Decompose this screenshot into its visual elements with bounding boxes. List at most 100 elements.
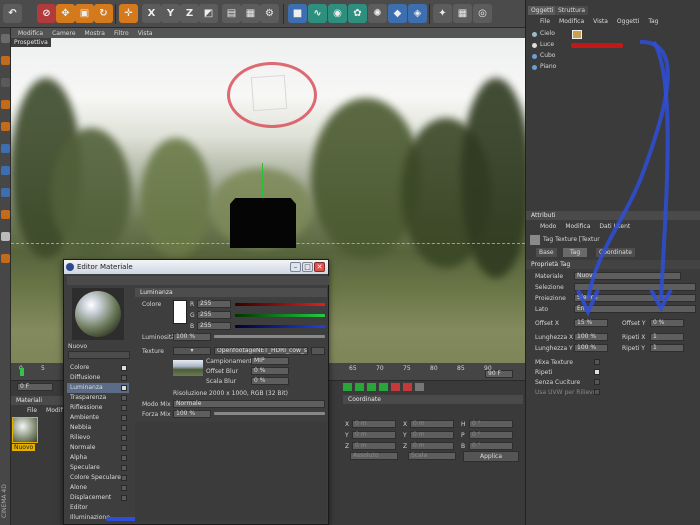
tweak-mode-icon[interactable]	[1, 188, 10, 197]
deformer-icon[interactable]: ✺	[368, 4, 387, 23]
globe-icon[interactable]: ◎	[473, 4, 492, 23]
viewport-menu-display[interactable]: Mostra	[85, 30, 105, 37]
undo-icon[interactable]: ↶	[3, 4, 22, 23]
move-world-icon[interactable]: ✛	[119, 4, 138, 23]
record-icon[interactable]	[343, 383, 352, 391]
coord-mode-select[interactable]: Assoluto	[350, 452, 398, 460]
channel-checkbox[interactable]	[121, 445, 127, 451]
channel-displacement[interactable]: Displacement	[67, 493, 129, 503]
brightness-slider[interactable]	[214, 335, 325, 338]
camera-icon[interactable]: ◈	[408, 4, 427, 23]
prev-key-icon[interactable]	[355, 383, 364, 391]
channel-checkbox[interactable]	[121, 405, 127, 411]
keyframe-icon[interactable]	[403, 383, 412, 391]
channel-checkbox[interactable]	[121, 465, 127, 471]
channel-bump[interactable]: Rilievo	[67, 433, 129, 443]
apply-button[interactable]: Applica	[463, 451, 519, 462]
playhead[interactable]	[20, 368, 24, 376]
mix-strength-slider[interactable]	[214, 412, 325, 415]
green-slider[interactable]	[235, 314, 325, 317]
viewport-tab[interactable]: Prospettiva	[11, 38, 51, 47]
channel-editor[interactable]: Editor	[67, 503, 129, 513]
close-button[interactable]: ✕	[314, 262, 325, 272]
texture-menu-button[interactable]: ▾	[173, 347, 211, 355]
maximize-button[interactable]: □	[302, 262, 313, 272]
materials-menu-file[interactable]: File	[27, 407, 37, 414]
size-z-field[interactable]: 0 m	[410, 442, 454, 450]
viewport-menu-view[interactable]: Vista	[138, 30, 153, 37]
blue-field[interactable]: 255	[197, 322, 231, 330]
channel-specular[interactable]: Speculare	[67, 463, 129, 473]
viewport-menu-edit[interactable]: Modifica	[18, 30, 43, 37]
nurbs-icon[interactable]: ◉	[328, 4, 347, 23]
y-axis-icon[interactable]: Y	[161, 4, 180, 23]
channel-luminance[interactable]: Luminanza	[67, 383, 129, 393]
rotation-p-field[interactable]: 0 °	[469, 431, 513, 439]
blur-offset-field[interactable]: 0 %	[251, 367, 289, 375]
channel-checkbox[interactable]	[121, 485, 127, 491]
snap-icon[interactable]	[1, 210, 10, 219]
material-preview-sphere[interactable]	[75, 291, 121, 337]
channel-glow[interactable]: Alone	[67, 483, 129, 493]
brightness-field[interactable]: 100 %	[173, 333, 211, 341]
channel-environment[interactable]: Ambiente	[67, 413, 129, 423]
sampling-select[interactable]: MIP	[251, 357, 289, 365]
blue-slider[interactable]	[235, 325, 325, 328]
end-frame-field[interactable]: 90 F	[485, 370, 513, 378]
material-thumbnail[interactable]	[12, 417, 38, 443]
coord-scale-select[interactable]: Scala	[408, 452, 456, 460]
x-axis-icon[interactable]: X	[142, 4, 161, 23]
color-swatch[interactable]	[173, 300, 187, 324]
y-axis-handle[interactable]	[262, 163, 263, 201]
viewport-menu-filter[interactable]: Filtro	[114, 30, 129, 37]
channel-specular-color[interactable]: Colore Speculare	[67, 473, 129, 483]
texture-file-button[interactable]: OpenfootageNET_HDRI_cow_small.hdr	[214, 347, 308, 355]
render-picture-viewer-icon[interactable]: ▦	[241, 4, 260, 23]
channel-fog[interactable]: Nebbia	[67, 423, 129, 433]
red-slider[interactable]	[235, 303, 325, 306]
cube-object[interactable]	[230, 198, 296, 248]
channel-checkbox[interactable]	[121, 455, 127, 461]
spline-icon[interactable]: ∿	[308, 4, 327, 23]
live-select-icon[interactable]: ⊘	[37, 4, 56, 23]
render-view-icon[interactable]: ▤	[222, 4, 241, 23]
channel-normal[interactable]: Normale	[67, 443, 129, 453]
move-icon[interactable]: ✥	[56, 4, 75, 23]
minimize-button[interactable]: –	[290, 262, 301, 272]
coordinate-system-icon[interactable]: ◩	[199, 4, 218, 23]
rotation-b-field[interactable]: 0 °	[469, 442, 513, 450]
size-y-field[interactable]: 0 m	[410, 431, 454, 439]
cube-primitive-icon[interactable]: ■	[288, 4, 307, 23]
autokey-icon[interactable]	[391, 383, 400, 391]
render-settings-icon[interactable]: ⚙	[260, 4, 279, 23]
rotate-icon[interactable]: ↻	[94, 4, 113, 23]
channel-diffusion[interactable]: Diffusione	[67, 373, 129, 383]
workplane-icon[interactable]	[1, 232, 10, 241]
channel-checkbox[interactable]	[121, 375, 127, 381]
size-x-field[interactable]: 0 m	[410, 420, 454, 428]
channel-checkbox[interactable]	[121, 365, 127, 371]
texture-mode-icon[interactable]	[1, 78, 10, 87]
texture-browse-button[interactable]	[311, 347, 325, 355]
material-editor-titlebar[interactable]: Editor Materiale	[64, 260, 328, 274]
play-icon[interactable]	[367, 383, 376, 391]
channel-reflection[interactable]: Riflessione	[67, 403, 129, 413]
blur-scale-field[interactable]: 0 %	[251, 377, 289, 385]
channel-checkbox[interactable]	[121, 425, 127, 431]
edges-mode-icon[interactable]	[1, 122, 10, 131]
viewport-menu-cameras[interactable]: Camere	[52, 30, 75, 37]
channel-checkbox[interactable]	[121, 495, 127, 501]
scene-icon[interactable]: ◆	[388, 4, 407, 23]
z-axis-icon[interactable]: Z	[180, 4, 199, 23]
model-mode-icon[interactable]	[1, 34, 10, 43]
mix-mode-select[interactable]: Normale	[173, 400, 325, 408]
position-y-field[interactable]: 0 m	[352, 431, 396, 439]
channel-checkbox[interactable]	[121, 385, 127, 391]
channel-checkbox[interactable]	[121, 475, 127, 481]
channel-color[interactable]: Colore	[67, 363, 129, 373]
scale-icon[interactable]: ▣	[75, 4, 94, 23]
channel-alpha[interactable]: Alpha	[67, 453, 129, 463]
array-icon[interactable]: ✿	[348, 4, 367, 23]
channel-checkbox[interactable]	[121, 395, 127, 401]
material-name-field[interactable]	[68, 351, 130, 359]
